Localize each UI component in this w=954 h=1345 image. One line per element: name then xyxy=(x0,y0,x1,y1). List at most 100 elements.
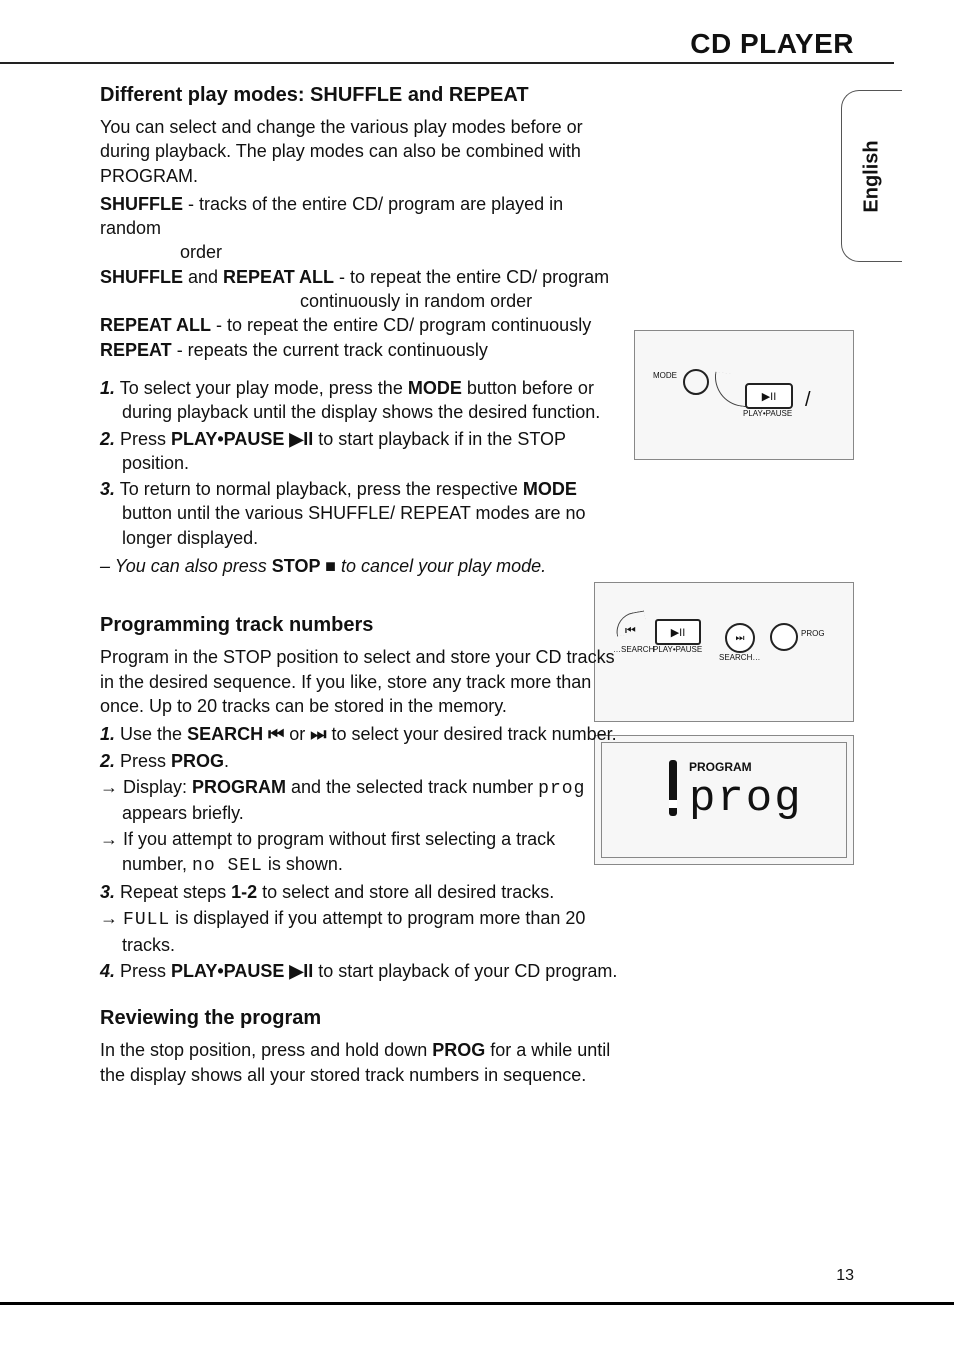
mode-shufrepeat-cont: continuously in random order xyxy=(100,289,620,313)
s1-step2: 2. Press PLAY•PAUSE ▶II to start playbac… xyxy=(100,427,620,476)
s2-step1-e: to select your desired track number. xyxy=(332,724,617,744)
s2-step4: 4. Press PLAY•PAUSE ▶II to start playbac… xyxy=(100,959,620,983)
s1-step3-c: button until the various SHUFFLE/ REPEAT… xyxy=(122,503,586,547)
mode-repeat-desc: - repeats the current track continuously xyxy=(172,340,488,360)
mode-repeat-label: REPEAT xyxy=(100,340,172,360)
s2-step4-num: 4. xyxy=(100,961,115,981)
s1-note: – You can also press STOP ■ to cancel yo… xyxy=(100,554,620,578)
fig1-mode-label: MODE xyxy=(653,371,677,380)
s2-step1-b: SEARCH ⏮ xyxy=(187,724,289,744)
section2-heading: Programming track numbers xyxy=(100,614,620,637)
s2-step2: 2. Press PROG. xyxy=(100,749,620,773)
s2-step3-c: to select and store all desired tracks. xyxy=(257,882,554,902)
footer-rule xyxy=(0,1302,954,1305)
s2-step3-num: 3. xyxy=(100,882,115,902)
mode-repeat-all-desc: - to repeat the entire CD/ program conti… xyxy=(211,315,591,335)
s2-step3-b: 1-2 xyxy=(231,882,257,902)
s2-arrow1-c: and the selected track number xyxy=(286,777,538,797)
s1-step3-a: To return to normal playback, press the … xyxy=(115,479,523,499)
section3-body: In the stop position, press and hold dow… xyxy=(100,1038,620,1087)
s1-step3-num: 3. xyxy=(100,479,115,499)
fig2-playpause-label: PLAY•PAUSE xyxy=(653,645,702,654)
s2-arrow3-b: is displayed if you attempt to program m… xyxy=(122,908,585,954)
section3-body-a: In the stop position, press and hold dow… xyxy=(100,1040,432,1060)
mode-repeat-all: REPEAT ALL - to repeat the entire CD/ pr… xyxy=(100,313,620,337)
s2-arrow2-b: is shown. xyxy=(263,854,343,874)
search-forward-icon: ⏭ xyxy=(725,623,755,653)
language-tab: English xyxy=(841,90,902,262)
s2-step1-d: ⏭ xyxy=(305,724,331,744)
s1-step1-num: 1. xyxy=(100,378,115,398)
s2-step2-a: Press xyxy=(115,751,171,771)
section1-intro: You can select and change the various pl… xyxy=(100,115,620,188)
fig3-segment-text: prog xyxy=(689,774,803,824)
play-pause-button-icon: ▶II xyxy=(745,383,793,409)
s2-step2-c: . xyxy=(224,751,229,771)
s2-step3: 3. Repeat steps 1-2 to select and store … xyxy=(100,880,620,904)
mode-shuffle-repeat-all: SHUFFLE and REPEAT ALL - to repeat the e… xyxy=(100,265,620,314)
section2-steps-cont2: 4. Press PLAY•PAUSE ▶II to start playbac… xyxy=(100,959,620,983)
figure-search-prog: ⏮ …SEARCH ▶II PLAY•PAUSE ⏭ SEARCH… PROG xyxy=(594,582,854,722)
s2-arrow2-seg: no SEL xyxy=(192,856,263,876)
s2-arrow1-b: PROGRAM xyxy=(192,777,286,797)
s2-arrow3: → FULL is displayed if you attempt to pr… xyxy=(100,906,620,957)
s1-step2-b: PLAY•PAUSE ▶II xyxy=(171,429,313,449)
s2-step1-a: Use the xyxy=(115,724,187,744)
s2-arrow3-seg: FULL xyxy=(123,910,170,930)
s2-step1-num: 1. xyxy=(100,724,115,744)
s2-arrow2: → If you attempt to program without firs… xyxy=(100,827,620,878)
s1-note-dash: – xyxy=(100,556,110,576)
s1-step1-b: MODE xyxy=(408,378,462,398)
mode-shuffle: SHUFFLE - tracks of the entire CD/ progr… xyxy=(100,192,620,265)
s2-arrow1-a: → Display: xyxy=(100,777,192,797)
prog-knob-icon xyxy=(770,623,798,651)
s2-arrow1: → Display: PROGRAM and the selected trac… xyxy=(100,775,620,826)
fig3-track-indicator-icon xyxy=(669,760,677,816)
s2-step4-a: Press xyxy=(115,961,171,981)
mode-repeat-all-label: REPEAT ALL xyxy=(100,315,211,335)
section1-steps: 1. To select your play mode, press the M… xyxy=(100,376,620,550)
fig3-program-label: PROGRAM xyxy=(689,760,752,774)
s2-arrow1-d: appears briefly. xyxy=(122,803,244,823)
fig1-playpause-label: PLAY•PAUSE xyxy=(743,409,792,418)
s1-step2-a: Press xyxy=(115,429,171,449)
s1-step1-a: To select your play mode, press the xyxy=(115,378,408,398)
search-back-icon: ⏮ xyxy=(625,623,636,638)
section2-intro: Program in the STOP position to select a… xyxy=(100,645,620,718)
page-header-title: CD PLAYER xyxy=(690,28,854,60)
s2-step3-a: Repeat steps xyxy=(115,882,231,902)
mode-shufrepeat-and: and xyxy=(183,267,223,287)
s1-note-b: STOP ■ xyxy=(272,556,336,576)
figure-mode-playpause: MODE ▶II PLAY•PAUSE / xyxy=(634,330,854,460)
mode-shuffle-cont: order xyxy=(100,240,620,264)
fig2-prog-label: PROG xyxy=(801,629,825,638)
s2-step2-num: 2. xyxy=(100,751,115,771)
figure-lcd-program: PROGRAM prog xyxy=(594,735,854,865)
section2-steps-cont: 3. Repeat steps 1-2 to select and store … xyxy=(100,880,620,904)
mode-shufrepeat-desc: - to repeat the entire CD/ program xyxy=(334,267,609,287)
s2-step4-c: to start playback of your CD program. xyxy=(313,961,617,981)
s2-step1: 1. Use the SEARCH ⏮ or ⏭ to select your … xyxy=(100,722,620,746)
s1-note-a: You can also press xyxy=(110,556,272,576)
s2-step4-b: PLAY•PAUSE ▶II xyxy=(171,961,313,981)
mode-knob-icon xyxy=(683,369,709,395)
section3-body-b: PROG xyxy=(432,1040,485,1060)
s1-step1: 1. To select your play mode, press the M… xyxy=(100,376,620,425)
section2-steps: 1. Use the SEARCH ⏮ or ⏭ to select your … xyxy=(100,722,620,773)
s1-step3: 3. To return to normal playback, press t… xyxy=(100,477,620,550)
mode-repeat: REPEAT - repeats the current track conti… xyxy=(100,338,620,362)
s1-step3-b: MODE xyxy=(523,479,577,499)
fig2-playpause-button-icon: ▶II xyxy=(655,619,701,645)
fig1-slash-icon: / xyxy=(805,389,811,412)
s1-step2-num: 2. xyxy=(100,429,115,449)
page-number: 13 xyxy=(836,1267,854,1285)
mode-shuffle-label: SHUFFLE xyxy=(100,194,183,214)
s1-note-c: to cancel your play mode. xyxy=(336,556,546,576)
section1-heading: Different play modes: SHUFFLE and REPEAT xyxy=(100,84,620,107)
s2-step2-b: PROG xyxy=(171,751,224,771)
mode-shufrepeat-label-a: SHUFFLE xyxy=(100,267,183,287)
s2-arrow1-seg: prog xyxy=(538,779,585,799)
mode-shufrepeat-label-b: REPEAT ALL xyxy=(223,267,334,287)
fig2-search-fwd-label: SEARCH… xyxy=(719,653,760,662)
section3-heading: Reviewing the program xyxy=(100,1007,620,1030)
